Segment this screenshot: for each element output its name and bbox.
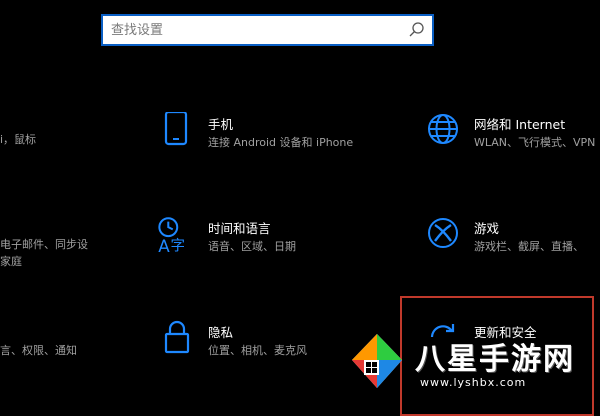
settings-search-box[interactable] — [101, 14, 434, 46]
tile-title: 游戏 — [474, 221, 500, 236]
search-input[interactable] — [111, 21, 401, 39]
svg-text:字: 字 — [171, 238, 186, 254]
tile-title: 隐私 — [208, 325, 234, 340]
svg-text:A: A — [158, 236, 170, 254]
lock-icon — [164, 320, 190, 354]
settings-tile-phone[interactable]: 手机 连接 Android 设备和 iPhone — [160, 112, 390, 158]
tile-title: 时间和语言 — [208, 221, 271, 236]
tile-description: WLAN、飞行模式、VPN — [474, 136, 596, 149]
watermark-url: www.lyshbx.com — [420, 376, 527, 389]
watermark-site-name: 八星手游网 — [415, 342, 575, 377]
xbox-icon — [428, 218, 458, 248]
globe-icon — [428, 114, 458, 144]
edge-text-ease[interactable]: 言、权限、通知 — [0, 342, 77, 359]
search-icon[interactable] — [408, 21, 426, 39]
time-language-icon: A 字 — [158, 217, 186, 254]
settings-tile-network[interactable]: 网络和 Internet WLAN、飞行模式、VPN — [426, 112, 596, 158]
watermark-logo-icon — [352, 334, 402, 388]
settings-tile-time-language[interactable]: A 字 时间和语言 语音、区域、日期 — [156, 216, 386, 262]
tile-description: 语音、区域、日期 — [208, 240, 296, 253]
tile-title: 手机 — [208, 117, 234, 132]
phone-icon — [164, 112, 188, 146]
tile-description: 位置、相机、麦克风 — [208, 344, 307, 357]
tile-title: 网络和 Internet — [474, 117, 566, 132]
tile-description: 连接 Android 设备和 iPhone — [208, 136, 354, 149]
edge-text-accounts[interactable]: 电子邮件、同步设 家庭 — [0, 236, 88, 270]
tile-description: 游戏栏、截屏、直播、 — [474, 240, 584, 253]
settings-tile-gaming[interactable]: 游戏 游戏栏、截屏、直播、 — [426, 216, 596, 262]
edge-text-devices[interactable]: i，鼠标 — [0, 131, 36, 148]
